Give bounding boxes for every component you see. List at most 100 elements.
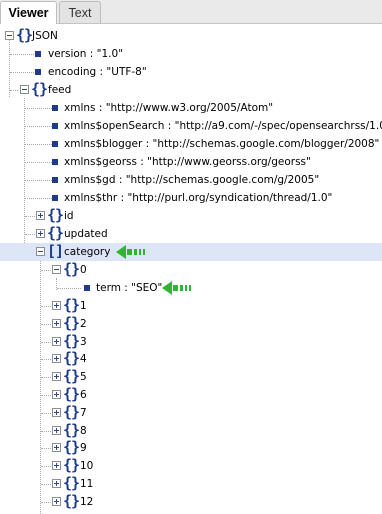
array-icon: [] — [47, 242, 64, 260]
tree-node-category-item[interactable]: {} 12 — [0, 491, 382, 511]
node-label: category — [64, 246, 111, 258]
tree-node-category-item[interactable]: {} 8 — [0, 421, 382, 440]
tree-node-category-0[interactable]: {} 0 — [0, 260, 382, 279]
node-label: feed — [48, 84, 72, 96]
green-arrow-icon — [116, 245, 145, 259]
node-label: 10 — [80, 460, 94, 473]
tree-node-category-item[interactable]: {} 6 — [0, 385, 382, 404]
object-icon: {} — [63, 402, 80, 421]
object-icon: {} — [63, 491, 80, 510]
node-label: 8 — [80, 424, 87, 437]
collapse-toggle[interactable] — [36, 247, 45, 256]
expand-toggle[interactable] — [52, 479, 61, 488]
expand-toggle[interactable] — [36, 229, 45, 238]
node-label: 5 — [80, 371, 87, 384]
value-icon — [52, 141, 58, 147]
value-icon — [35, 69, 41, 75]
node-label: 9 — [80, 442, 87, 455]
value-icon — [52, 159, 58, 165]
tree-node-category-item[interactable]: {} 11 — [0, 474, 382, 493]
node-label: 3 — [80, 335, 87, 348]
expand-toggle[interactable] — [52, 354, 61, 364]
tree-node-category-item[interactable]: {} 3 — [0, 331, 382, 351]
expand-toggle[interactable] — [52, 372, 61, 382]
object-icon: {} — [63, 438, 80, 457]
tree-node-category[interactable]: [] category — [0, 242, 382, 261]
collapse-toggle[interactable] — [5, 31, 14, 40]
object-icon: {} — [63, 349, 80, 368]
node-label: version : "1.0" — [48, 48, 124, 60]
node-label: 7 — [80, 406, 87, 419]
object-icon: {} — [63, 474, 80, 492]
node-label: 1 — [80, 300, 87, 312]
expand-toggle[interactable] — [52, 461, 61, 471]
tab-text[interactable]: Text — [59, 1, 101, 23]
node-label: xmlns : "http://www.w3.org/2005/Atom" — [64, 102, 274, 114]
object-icon: {} — [63, 367, 80, 386]
tree-node-xmlns-thr[interactable]: xmlns$thr : "http://purl.org/syndication… — [0, 189, 382, 207]
value-icon — [84, 285, 90, 291]
node-label: xmlns$openSearch : "http://a9.com/-/spec… — [64, 120, 382, 132]
object-icon: {} — [63, 456, 80, 475]
tree-node-updated[interactable]: {} updated — [0, 224, 382, 243]
expand-toggle[interactable] — [52, 318, 61, 328]
tree-node-xmlns-georss[interactable]: xmlns$georss : "http://www.georss.org/ge… — [0, 153, 382, 171]
expand-toggle[interactable] — [52, 336, 61, 346]
tree-node-id[interactable]: {} id — [0, 206, 382, 225]
tree-node-category-item[interactable]: {} 9 — [0, 438, 382, 457]
node-label: 12 — [80, 495, 94, 508]
object-icon: {} — [16, 26, 33, 44]
tree-node-xmlns[interactable]: xmlns : "http://www.w3.org/2005/Atom" — [0, 99, 382, 117]
tree-node-category-item[interactable]: {} 5 — [0, 367, 382, 386]
green-arrow-icon — [162, 281, 191, 295]
tree-node-category-item[interactable]: {} 2 — [0, 313, 382, 333]
object-icon: {} — [47, 224, 64, 242]
tree-node-xmlns-blogger[interactable]: xmlns$blogger : "http://schemas.google.c… — [0, 135, 382, 153]
object-icon: {} — [63, 260, 80, 278]
node-label: 11 — [80, 478, 94, 490]
node-label: xmlns$georss : "http://www.georss.org/ge… — [64, 156, 311, 168]
node-label: 2 — [80, 317, 87, 330]
object-icon: {} — [63, 296, 80, 314]
node-label: term : "SEO" — [96, 282, 163, 294]
node-label: id — [64, 210, 74, 222]
object-icon: {} — [63, 313, 80, 332]
json-tree: {} JSON version : "1.0" encoding : "UTF-… — [0, 24, 382, 514]
object-icon: {} — [31, 80, 48, 98]
value-icon — [52, 195, 58, 201]
expand-toggle[interactable] — [52, 425, 61, 435]
tree-node-category-item[interactable]: {} 10 — [0, 456, 382, 475]
expand-toggle[interactable] — [52, 496, 61, 506]
tree-node-version[interactable]: version : "1.0" — [0, 45, 382, 63]
tree-node-json[interactable]: {} JSON — [0, 26, 382, 45]
expand-toggle[interactable] — [52, 301, 61, 310]
object-icon: {} — [63, 331, 80, 350]
node-label: 6 — [80, 389, 87, 401]
expand-toggle[interactable] — [36, 211, 45, 220]
object-icon: {} — [47, 206, 64, 224]
tab-viewer[interactable]: Viewer — [0, 1, 57, 24]
expand-toggle[interactable] — [52, 407, 61, 417]
expand-toggle[interactable] — [52, 443, 61, 453]
tree-node-category-item[interactable]: {} 1 — [0, 296, 382, 315]
collapse-toggle[interactable] — [52, 265, 61, 274]
tab-bar: Viewer Text — [0, 0, 382, 24]
node-label: 0 — [80, 264, 87, 276]
tree-node-feed[interactable]: {} feed — [0, 80, 382, 99]
tree-node-xmlns-opensearch[interactable]: xmlns$openSearch : "http://a9.com/-/spec… — [0, 117, 382, 135]
value-icon — [52, 105, 58, 111]
node-label: encoding : "UTF-8" — [48, 66, 147, 78]
tree-node-category-item[interactable]: {} 4 — [0, 349, 382, 368]
object-icon: {} — [63, 385, 80, 403]
tree-node-xmlns-gd[interactable]: xmlns$gd : "http://schemas.google.com/g/… — [0, 171, 382, 189]
value-icon — [52, 123, 58, 129]
node-label: xmlns$gd : "http://schemas.google.com/g/… — [64, 174, 320, 186]
tree-node-term[interactable]: term : "SEO" — [0, 279, 382, 297]
node-label: 4 — [80, 353, 87, 366]
node-label: JSON — [32, 30, 58, 42]
expand-toggle[interactable] — [52, 390, 61, 399]
collapse-toggle[interactable] — [20, 85, 29, 94]
tree-node-encoding[interactable]: encoding : "UTF-8" — [0, 63, 382, 81]
node-label: xmlns$thr : "http://purl.org/syndication… — [64, 192, 333, 204]
tree-node-category-item[interactable]: {} 7 — [0, 402, 382, 422]
